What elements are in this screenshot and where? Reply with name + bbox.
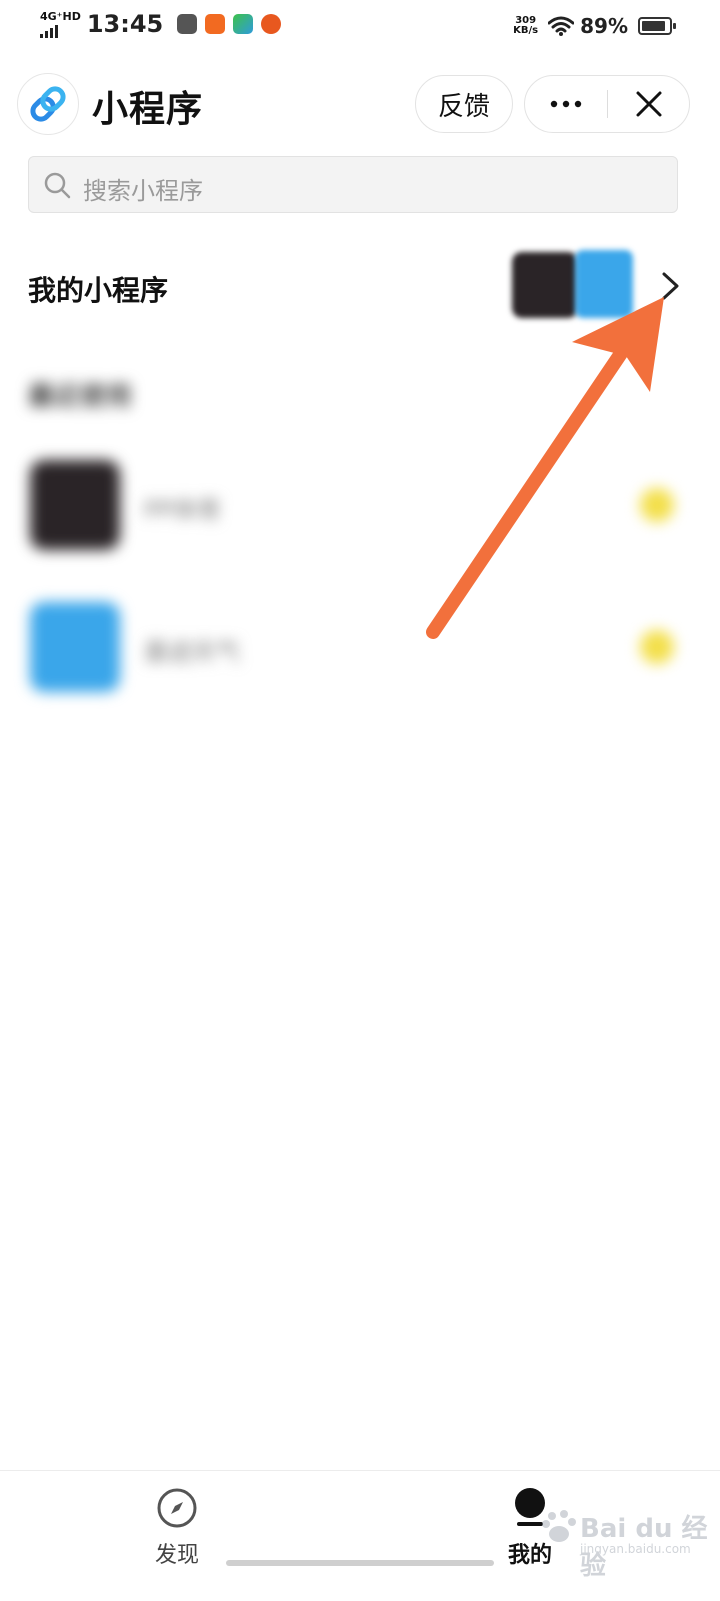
paw-logo-icon xyxy=(542,1510,576,1542)
tab-discover-label: 发现 xyxy=(154,1543,199,1568)
compass-icon xyxy=(157,1488,197,1528)
tab-discover[interactable]: 发现 xyxy=(117,1487,237,1587)
baidu-watermark: Bai du 经验 jingyan.baidu.com xyxy=(540,1500,720,1581)
annotation-arrow xyxy=(426,297,664,639)
watermark-url: jingyan.baidu.com xyxy=(580,1542,691,1556)
home-indicator[interactable] xyxy=(226,1560,494,1566)
